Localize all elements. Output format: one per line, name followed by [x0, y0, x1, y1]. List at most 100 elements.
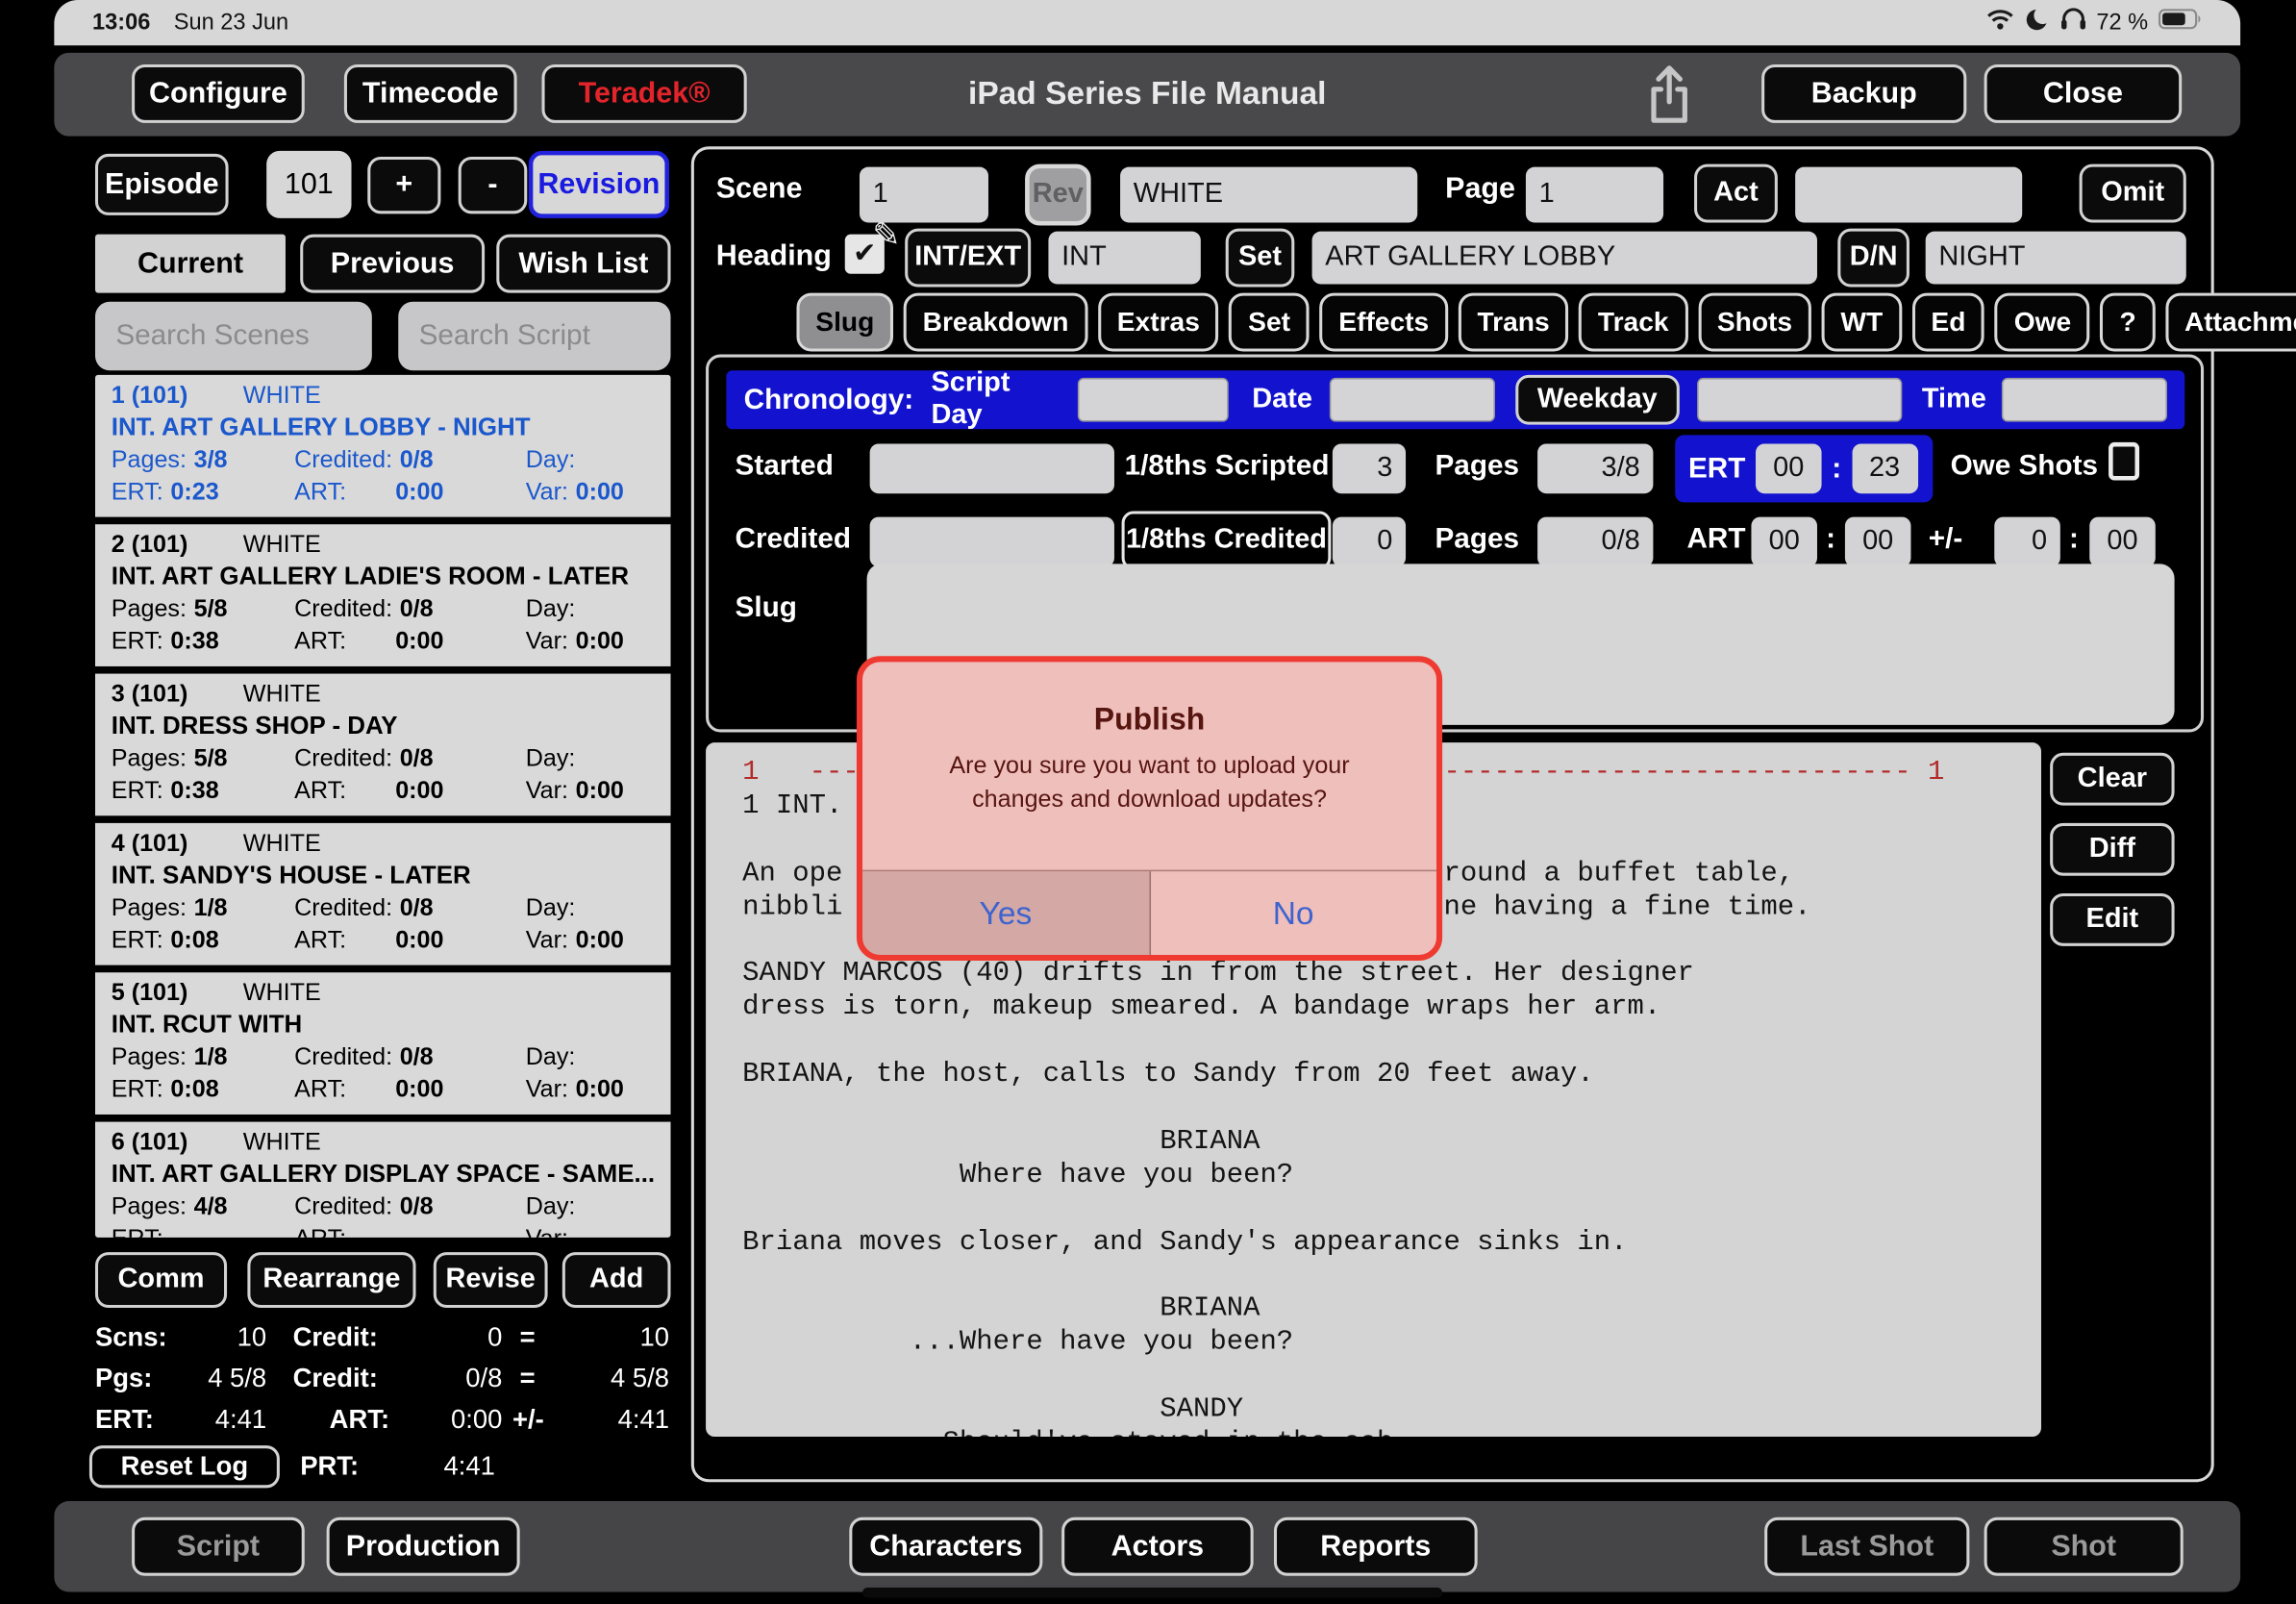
scene-stat-label: ERT:	[112, 1226, 163, 1238]
revise-button[interactable]: Revise	[434, 1252, 548, 1308]
scene-list-item[interactable]: 6 (101)WHITEINT. ART GALLERY DISPLAY SPA…	[95, 1122, 671, 1238]
tab-set[interactable]: Set	[1229, 293, 1309, 352]
tab-shots[interactable]: Shots	[1698, 293, 1811, 352]
tab-wish-list[interactable]: Wish List	[496, 235, 670, 293]
comm-button[interactable]: Comm	[95, 1252, 227, 1308]
ert-hours-field[interactable]: 00	[1756, 443, 1822, 493]
page-number-field[interactable]: 1	[1526, 167, 1663, 223]
slug-label: Slug	[736, 591, 797, 625]
pages-scripted-field[interactable]: 3/8	[1537, 443, 1653, 493]
scene-number-field[interactable]: 1	[860, 167, 988, 223]
weekday-button[interactable]: Weekday	[1515, 375, 1680, 425]
dialog-message: Are you sure you want to upload your cha…	[908, 750, 1391, 817]
last-shot-button[interactable]: Last Shot	[1764, 1517, 1969, 1576]
scene-list-item[interactable]: 4 (101)WHITEINT. SANDY'S HOUSE - LATERPa…	[95, 823, 671, 972]
scene-list-item[interactable]: 1 (101)WHITEINT. ART GALLERY LOBBY - NIG…	[95, 375, 671, 524]
variance-minutes-field[interactable]: 00	[2089, 517, 2156, 567]
episode-button[interactable]: Episode	[95, 154, 229, 215]
no-button[interactable]: No	[1150, 871, 1436, 955]
tab-breakdown[interactable]: Breakdown	[904, 293, 1087, 352]
episode-plus-button[interactable]: +	[367, 157, 440, 213]
tab-owe[interactable]: Owe	[1995, 293, 2090, 352]
characters-button[interactable]: Characters	[849, 1517, 1042, 1576]
scene-number: 6 (101)	[112, 1129, 243, 1157]
episode-number-field[interactable]: 101	[266, 151, 351, 218]
time-field[interactable]	[2003, 378, 2167, 422]
yes-button[interactable]: Yes	[862, 871, 1150, 955]
tab-wt[interactable]: WT	[1822, 293, 1902, 352]
scene-list-item[interactable]: 5 (101)WHITEINT. RCUT WITHPages:1/8Credi…	[95, 972, 671, 1121]
timecode-button[interactable]: Timecode	[344, 64, 517, 123]
weekday-field[interactable]	[1697, 378, 1903, 422]
rearrange-button[interactable]: Rearrange	[247, 1252, 415, 1308]
scene-stat-label: Var:	[526, 628, 568, 654]
day-night-field[interactable]: NIGHT	[1926, 232, 2186, 285]
actors-button[interactable]: Actors	[1061, 1517, 1254, 1576]
set-field[interactable]: ART GALLERY LOBBY	[1312, 232, 1817, 285]
backup-button[interactable]: Backup	[1761, 64, 1966, 123]
act-button[interactable]: Act	[1694, 164, 1778, 223]
set-button[interactable]: Set	[1226, 229, 1295, 288]
eighths-credited-field[interactable]: 0	[1333, 517, 1406, 567]
tab-extras[interactable]: Extras	[1098, 293, 1219, 352]
variance-hours-field[interactable]: 0	[1994, 517, 2060, 567]
bottom-tab-script[interactable]: Script	[132, 1517, 305, 1576]
rev-color-field[interactable]: WHITE	[1120, 167, 1417, 223]
close-button[interactable]: Close	[1984, 64, 2183, 123]
tab-trans[interactable]: Trans	[1459, 293, 1569, 352]
tab-track[interactable]: Track	[1579, 293, 1687, 352]
clear-button[interactable]: Clear	[2050, 753, 2174, 806]
tab-question[interactable]: ?	[2101, 293, 2156, 352]
pages-credited-field[interactable]: 0/8	[1537, 517, 1653, 567]
scene-stat-value: 5/8	[194, 745, 228, 771]
tab-effects[interactable]: Effects	[1319, 293, 1448, 352]
int-ext-field[interactable]: INT	[1048, 232, 1200, 285]
scene-list-item[interactable]: 3 (101)WHITEINT. DRESS SHOP - DAYPages:5…	[95, 674, 671, 823]
scene-stat-cell: Var:0:00	[526, 628, 624, 656]
shot-button[interactable]: Shot	[1984, 1517, 2184, 1576]
ert-minutes-field[interactable]: 23	[1852, 443, 1918, 493]
script-day-field[interactable]	[1078, 378, 1229, 422]
bottom-tab-production[interactable]: Production	[327, 1517, 520, 1576]
act-field[interactable]	[1795, 167, 2022, 223]
script-line	[742, 1360, 2041, 1393]
configure-button[interactable]: Configure	[132, 64, 305, 123]
owe-shots-checkbox[interactable]	[2109, 442, 2139, 481]
tab-ed[interactable]: Ed	[1912, 293, 1985, 352]
started-field[interactable]	[870, 443, 1114, 493]
add-button[interactable]: Add	[562, 1252, 671, 1308]
date-field[interactable]	[1330, 378, 1494, 422]
int-ext-button[interactable]: INT/EXT	[905, 229, 1031, 288]
script-line: BRIANA, the host, calls to Sandy from 20…	[742, 1058, 2041, 1091]
scene-number: 3 (101)	[112, 681, 243, 709]
edit-button[interactable]: Edit	[2050, 893, 2174, 946]
tab-slug[interactable]: Slug	[796, 293, 893, 352]
home-indicator[interactable]	[862, 1588, 1442, 1598]
eighths-scripted-field[interactable]: 3	[1333, 443, 1406, 493]
episode-minus-button[interactable]: -	[459, 157, 528, 213]
credited-field[interactable]	[870, 517, 1114, 567]
omit-button[interactable]: Omit	[2080, 164, 2186, 223]
search-scenes-input[interactable]: Search Scenes	[95, 302, 372, 371]
search-script-input[interactable]: Search Script	[398, 302, 670, 371]
dialog-title: Publish	[862, 703, 1436, 739]
teradek-button[interactable]: Teradek®	[541, 64, 746, 123]
tab-attachments[interactable]: Attachments	[2165, 293, 2296, 352]
share-icon[interactable]	[1644, 63, 1694, 133]
art-hours-field[interactable]: 00	[1751, 517, 1817, 567]
diff-button[interactable]: Diff	[2050, 823, 2174, 876]
reports-button[interactable]: Reports	[1274, 1517, 1478, 1576]
revision-button[interactable]: Revision	[529, 151, 669, 218]
tab-current[interactable]: Current	[95, 235, 286, 293]
script-line: SANDY	[742, 1393, 2041, 1427]
scene-list-item[interactable]: 2 (101)WHITEINT. ART GALLERY LADIE'S ROO…	[95, 524, 671, 673]
eighths-credited-button[interactable]: 1/8ths Credited	[1122, 512, 1332, 570]
rev-button[interactable]: Rev	[1025, 164, 1091, 226]
day-night-button[interactable]: D/N	[1837, 229, 1909, 288]
reset-log-button[interactable]: Reset Log	[89, 1445, 280, 1488]
art-minutes-field[interactable]: 00	[1845, 517, 1911, 567]
scene-stats-row: ERT:0:38ART:0:00Var:0:00	[112, 628, 671, 656]
tab-previous[interactable]: Previous	[300, 235, 485, 293]
scene-stat-value: 0:00	[576, 778, 624, 804]
heading-edit-checkbox-icon[interactable]: ✔ ✎	[845, 235, 885, 274]
